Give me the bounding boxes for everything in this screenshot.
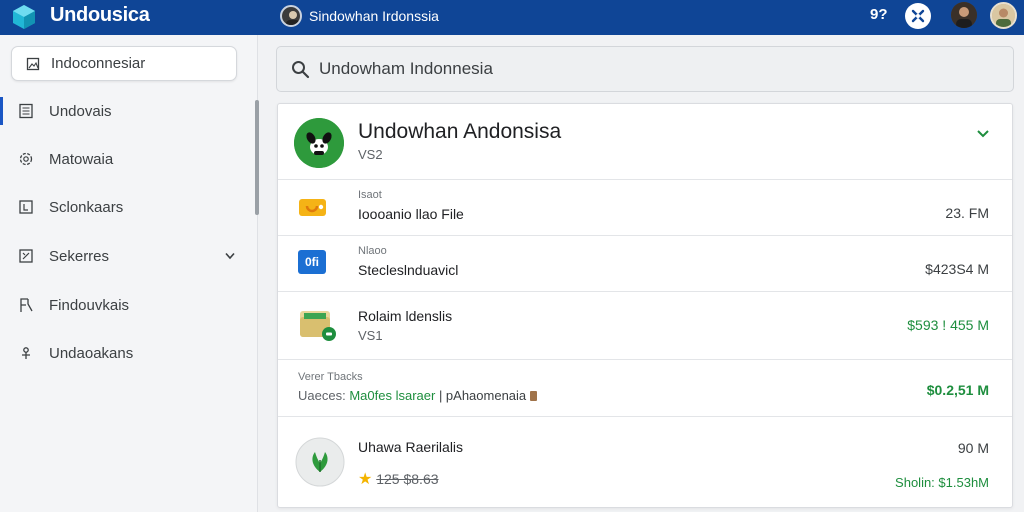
- sidebar: Indoconnesiar Undovais Matowaia Sclonkaa…: [0, 35, 259, 512]
- chevron-right-icon[interactable]: [224, 250, 236, 262]
- sidebar-search-label: Indoconnesiar: [51, 55, 146, 72]
- document-icon: [17, 102, 35, 120]
- top-bar: Undousica Sindowhan Irdonssia 9?: [0, 0, 1024, 35]
- row-sub: VS1: [358, 328, 383, 343]
- sidebar-item-label: Undovais: [49, 102, 112, 120]
- sidebar-scrollbar[interactable]: [255, 100, 259, 215]
- sidebar-item-label: Sclonkaars: [49, 198, 124, 216]
- row-meta: Verer Tbacks: [298, 371, 363, 383]
- app-logo-icon[interactable]: [10, 3, 38, 31]
- sidebar-item-label: Undaoakans: [49, 344, 134, 362]
- settings-icon: [17, 150, 35, 168]
- sidebar-item-label: Sekerres: [49, 247, 110, 265]
- row-meta: Nlaoo: [358, 245, 387, 257]
- sidebar-item-label: Findouvkais: [49, 296, 130, 314]
- row-amount: $423S4 M: [925, 261, 989, 277]
- chevron-down-icon[interactable]: [975, 125, 991, 141]
- frame-icon: [17, 198, 35, 216]
- account-avatar: [294, 118, 344, 168]
- fork-icon: [17, 296, 35, 314]
- sidebar-item-label: Matowaia: [49, 150, 114, 168]
- app-badge-icon: 0fi: [298, 250, 326, 274]
- list-item[interactable]: 0fi Nlaoo Stecleslnduavicl $423S4 M: [278, 236, 1012, 292]
- extension-icon[interactable]: [905, 3, 931, 29]
- sidebar-item-sclonkaars[interactable]: Sclonkaars: [0, 190, 250, 224]
- row-amount: $0.2,51 M: [926, 382, 989, 398]
- search-icon: [292, 61, 310, 79]
- file-icon: [298, 196, 328, 223]
- row-amount: 23. FM: [945, 205, 989, 221]
- help-icon[interactable]: 9?: [870, 6, 888, 23]
- rating-text: 125 $8.63: [376, 471, 439, 487]
- account-subtitle: VS2: [358, 147, 383, 162]
- pin-icon: [17, 344, 35, 362]
- list-item[interactable]: Uhawa Raerilalis ★ 125 $8.63 90 M Sholin…: [278, 417, 1012, 507]
- star-icon: ★: [358, 471, 373, 488]
- row-prefix: Uaeces:: [298, 388, 346, 403]
- sidebar-item-sekerres[interactable]: Sekerres: [0, 239, 250, 273]
- account-title: Undowhan Andonsisa: [358, 120, 562, 143]
- row-amount: $593 ! 455 M: [907, 317, 989, 333]
- tag-icon: [529, 391, 537, 401]
- sidebar-item-undaoakans[interactable]: Undaoakans: [0, 336, 250, 370]
- row-highlight[interactable]: Ma0fes lsaraer: [349, 388, 435, 403]
- main-search-bar[interactable]: [276, 46, 1014, 92]
- list-item[interactable]: Verer Tbacks Uaeces: Ma0fes lsaraer | pA…: [278, 360, 1012, 417]
- workspace-avatar[interactable]: [280, 5, 302, 27]
- sidebar-search-box[interactable]: Indoconnesiar: [11, 46, 237, 81]
- row-detail: Uaeces: Ma0fes lsaraer | pAhaomenaia: [298, 388, 537, 403]
- search-input[interactable]: [319, 56, 979, 82]
- row-name: Rolaim ldenslis: [358, 308, 453, 324]
- app-name[interactable]: Undousica: [50, 4, 150, 27]
- sidebar-item-matowaia[interactable]: Matowaia: [0, 142, 250, 176]
- plant-icon: [295, 437, 345, 492]
- window-title: Sindowhan Irdonssia: [309, 8, 439, 24]
- account-header[interactable]: Undowhan Andonsisa VS2: [278, 104, 1012, 180]
- sidebar-item-findouvkais[interactable]: Findouvkais: [0, 288, 250, 322]
- user-avatar[interactable]: [951, 2, 977, 28]
- app-badge-label: 0fi: [298, 250, 326, 274]
- sidebar-item-undovais[interactable]: Undovais: [0, 94, 250, 128]
- account-card: Undowhan Andonsisa VS2 Isaot Ioooanio ll…: [277, 103, 1013, 508]
- image-icon: [26, 57, 40, 70]
- row-amount: 90 M: [957, 440, 989, 456]
- profile-avatar[interactable]: [990, 2, 1017, 29]
- list-item[interactable]: Isaot Ioooanio llao File 23. FM: [278, 180, 1012, 236]
- list-item[interactable]: Rolaim ldenslis VS1 $593 ! 455 M: [278, 292, 1012, 360]
- expand-box-icon: [17, 247, 35, 265]
- row-amount-secondary: Sholin: $1.53hM: [895, 475, 989, 490]
- row-meta: Isaot: [358, 189, 382, 201]
- wallet-icon: [298, 305, 338, 350]
- rating: ★ 125 $8.63: [358, 469, 439, 489]
- row-name: Uhawa Raerilalis: [358, 439, 464, 455]
- row-suffix: | pAhaomenaia: [438, 388, 527, 403]
- row-name: Ioooanio llao File: [358, 206, 464, 222]
- row-name: Stecleslnduavicl: [358, 262, 459, 278]
